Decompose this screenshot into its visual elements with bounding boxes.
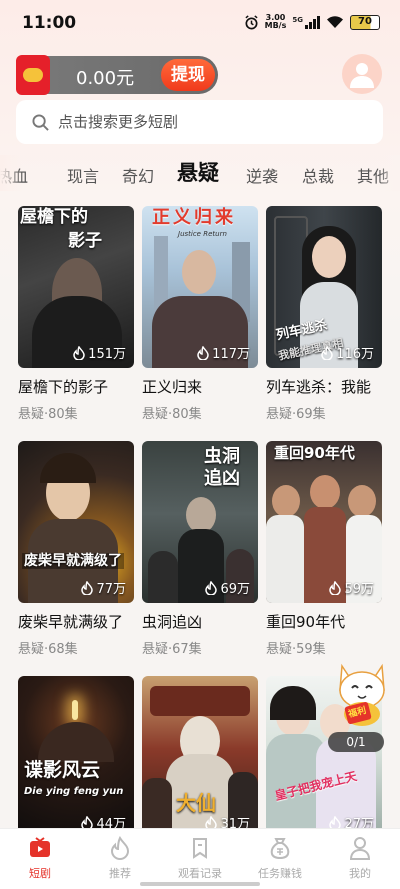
home-indicator: [140, 882, 260, 886]
flame-icon: [321, 345, 333, 360]
bookmark-icon: [193, 838, 207, 859]
person-icon: [349, 837, 371, 860]
drama-meta: 悬疑·80集: [18, 407, 78, 422]
flame-icon: [110, 836, 130, 860]
tab-xianyan[interactable]: 现言: [67, 163, 99, 187]
drama-meta: 悬疑·80集: [142, 407, 202, 422]
drama-poster[interactable]: 屋檐下的 影子 151万: [18, 206, 134, 368]
wallet-bar[interactable]: 0.00元 提现: [16, 55, 218, 95]
money-bag-icon: [270, 838, 290, 860]
drama-card[interactable]: 列车逃杀 我能推理真相 116万 列车逃杀：我能 悬疑·69集: [266, 206, 382, 422]
battery-icon: 70: [350, 14, 380, 30]
withdraw-button[interactable]: 提现: [161, 59, 215, 91]
drama-poster[interactable]: 重回90年代 59万: [266, 441, 382, 603]
drama-poster[interactable]: 正义归来 Justice Return 117万: [142, 206, 258, 368]
nav-item-short-drama[interactable]: 短剧: [0, 835, 80, 881]
view-count: 69万: [205, 578, 250, 597]
flame-icon: [329, 580, 342, 595]
drama-meta: 悬疑·69集: [266, 407, 326, 422]
view-count: 117万: [197, 343, 250, 362]
bottom-nav: 短剧 推荐 观看记录 任务赚钱 我的: [0, 828, 400, 889]
drama-title[interactable]: 列车逃杀：我能: [266, 376, 382, 397]
drama-meta: 悬疑·68集: [18, 642, 78, 657]
drama-card[interactable]: 废柴早就满级了 77万 废柴早就满级了 悬疑·68集: [18, 441, 134, 657]
view-count: 77万: [81, 578, 126, 597]
poster-title: 屋檐下的: [20, 207, 88, 227]
flame-icon: [73, 345, 85, 360]
flame-icon: [197, 345, 209, 360]
poster-title: 废柴早就满级了: [22, 553, 124, 570]
net-speed: 3.00 MB/s: [264, 13, 287, 30]
status-icons: 3.00 MB/s 5G 70: [244, 14, 380, 30]
drama-title[interactable]: 废柴早就满级了: [18, 611, 134, 632]
tab-xuanyi[interactable]: 悬疑: [177, 157, 219, 187]
drama-poster[interactable]: 废柴早就满级了 77万: [18, 441, 134, 603]
drama-title[interactable]: 屋檐下的影子: [18, 376, 134, 397]
poster-title: 影子: [68, 231, 102, 251]
poster-title: 大仙: [176, 791, 216, 815]
person-icon: [350, 63, 374, 88]
alarm-icon: [245, 14, 258, 29]
drama-card[interactable]: 虫洞 追凶 69万 虫洞追凶 悬疑·67集: [142, 441, 258, 657]
tab-qihuan[interactable]: 奇幻: [122, 163, 154, 187]
genre-tabs: 热血 现言 奇幻 悬疑 逆袭 总裁 其他: [0, 155, 400, 191]
drama-card[interactable]: 大仙 31万: [142, 676, 258, 838]
drama-poster[interactable]: 虫洞 追凶 69万: [142, 441, 258, 603]
drama-title[interactable]: 正义归来: [142, 376, 258, 397]
wallet-amount: 0.00元: [76, 68, 135, 89]
episode-counter: 0/1: [328, 732, 384, 752]
poster-title: 重回90年代: [274, 444, 355, 462]
search-bar[interactable]: [16, 100, 383, 144]
nav-item-me[interactable]: 我的: [320, 835, 400, 881]
signal-icon: 5G: [292, 15, 320, 29]
drama-poster[interactable]: 谍影风云 Die ying feng yun 44万: [18, 676, 134, 838]
drama-card[interactable]: 屋檐下的 影子 151万 屋檐下的影子 悬疑·80集: [18, 206, 134, 422]
nav-item-history[interactable]: 观看记录: [160, 835, 240, 881]
flame-icon: [81, 580, 94, 595]
nav-item-tasks[interactable]: 任务赚钱: [240, 835, 320, 881]
poster-subtitle: Die ying feng yun: [24, 786, 124, 797]
flame-icon: [205, 580, 218, 595]
drama-meta: 悬疑·59集: [266, 642, 326, 657]
view-count: 151万: [73, 343, 126, 362]
poster-title: 谍影风云: [24, 759, 101, 781]
tab-zongcai[interactable]: 总裁: [302, 163, 334, 187]
search-input[interactable]: [58, 100, 358, 144]
lucky-cat-widget[interactable]: 福利: [332, 660, 392, 726]
view-count: 116万: [321, 343, 374, 362]
avatar[interactable]: [342, 54, 382, 94]
tab-nixi[interactable]: 逆袭: [246, 163, 278, 187]
tv-icon: [30, 837, 50, 857]
status-bar: 11:00 3.00 MB/s 5G 70: [0, 0, 400, 48]
drama-card[interactable]: 正义归来 Justice Return 117万 正义归来 悬疑·80集: [142, 206, 258, 422]
poster-title: 正义归来: [152, 207, 236, 228]
status-time: 11:00: [22, 13, 77, 33]
wifi-icon: [327, 16, 343, 28]
drama-title[interactable]: 虫洞追凶: [142, 611, 258, 632]
view-count: 59万: [329, 578, 374, 597]
red-envelope-icon: [16, 55, 50, 95]
drama-poster[interactable]: 列车逃杀 我能推理真相 116万: [266, 206, 382, 368]
search-icon: [32, 114, 49, 131]
drama-title[interactable]: 重回90年代: [266, 611, 382, 632]
drama-card[interactable]: 重回90年代 59万 重回90年代 悬疑·59集: [266, 441, 382, 657]
poster-subtitle: Justice Return: [178, 230, 227, 238]
poster-title: 追凶: [204, 468, 240, 489]
drama-poster[interactable]: 大仙 31万: [142, 676, 258, 838]
nav-item-recommend[interactable]: 推荐: [80, 835, 160, 881]
poster-title: 虫洞: [204, 446, 240, 467]
drama-card[interactable]: 谍影风云 Die ying feng yun 44万: [18, 676, 134, 838]
drama-meta: 悬疑·67集: [142, 642, 202, 657]
